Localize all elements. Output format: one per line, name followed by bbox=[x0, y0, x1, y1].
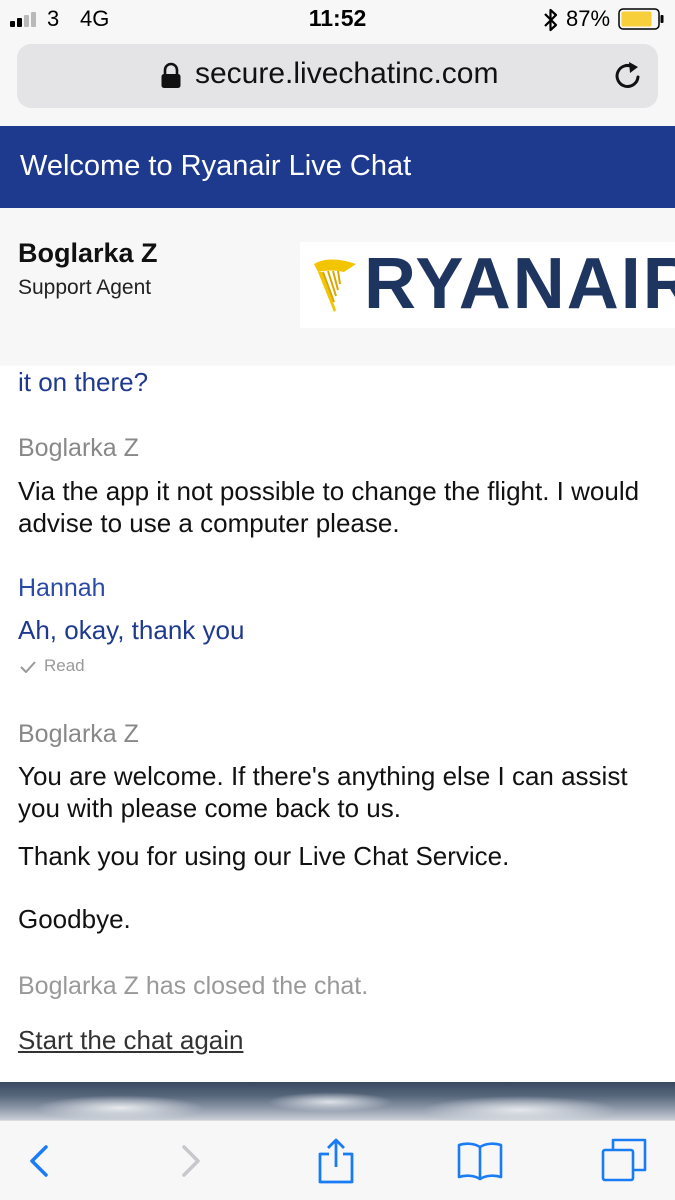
status-bar: 3 4G 11:52 87% bbox=[0, 0, 675, 40]
tabs-icon[interactable] bbox=[600, 1137, 648, 1185]
bookmarks-icon[interactable] bbox=[456, 1137, 504, 1185]
agent-message: Goodbye. bbox=[18, 904, 131, 934]
agent-message: Via the app it not possible to change th… bbox=[18, 476, 640, 538]
address-bar[interactable]: secure.livechatinc.com bbox=[17, 44, 658, 108]
bluetooth-icon bbox=[544, 8, 558, 32]
url-text: secure.livechatinc.com bbox=[195, 57, 499, 90]
agent-name: Boglarka Z bbox=[18, 238, 158, 268]
battery-percent: 87% bbox=[566, 6, 611, 31]
company-logo: RYANAIR bbox=[300, 242, 675, 328]
share-icon[interactable] bbox=[312, 1137, 360, 1185]
chat-header-title: Welcome to Ryanair Live Chat bbox=[20, 150, 412, 182]
user-message: Ah, okay, thank you bbox=[18, 615, 245, 645]
chat-transcript[interactable]: it on there? Boglarka Z Via the app it n… bbox=[0, 364, 675, 1082]
sender-label-agent: Boglarka Z bbox=[18, 434, 139, 462]
chat-closed-note: Boglarka Z has closed the chat. bbox=[18, 972, 369, 1000]
agent-role: Support Agent bbox=[18, 276, 152, 299]
lock-icon bbox=[161, 62, 181, 88]
ryanair-harp-icon bbox=[314, 259, 356, 312]
forward-arrow-icon[interactable] bbox=[166, 1137, 214, 1185]
chat-header: Welcome to Ryanair Live Chat bbox=[0, 126, 675, 208]
read-receipt: Read bbox=[20, 656, 85, 676]
user-message-fragment: it on there? bbox=[18, 367, 149, 397]
background-sky-image bbox=[0, 1082, 675, 1120]
reload-icon[interactable] bbox=[611, 59, 645, 93]
browser-toolbar bbox=[0, 1120, 675, 1200]
battery-icon bbox=[618, 8, 664, 30]
screen: 3 4G 11:52 87% secure.livechatinc.com We… bbox=[0, 0, 675, 1200]
agent-message: You are welcome. If there's anything els… bbox=[18, 761, 628, 823]
restart-chat-link[interactable]: Start the chat again bbox=[18, 1025, 243, 1056]
sender-label-agent: Boglarka Z bbox=[18, 720, 139, 748]
agent-message: Thank you for using our Live Chat Servic… bbox=[18, 841, 510, 871]
back-arrow-icon[interactable] bbox=[16, 1137, 64, 1185]
browser-address-area: secure.livechatinc.com bbox=[0, 40, 675, 126]
sender-label-user: Hannah bbox=[18, 574, 106, 602]
read-label: Read bbox=[44, 656, 85, 675]
logo-wordmark: RYANAIR bbox=[364, 244, 675, 324]
agent-info-bar: Boglarka Z Support Agent RYANAIR bbox=[0, 208, 675, 364]
check-icon bbox=[20, 660, 36, 673]
